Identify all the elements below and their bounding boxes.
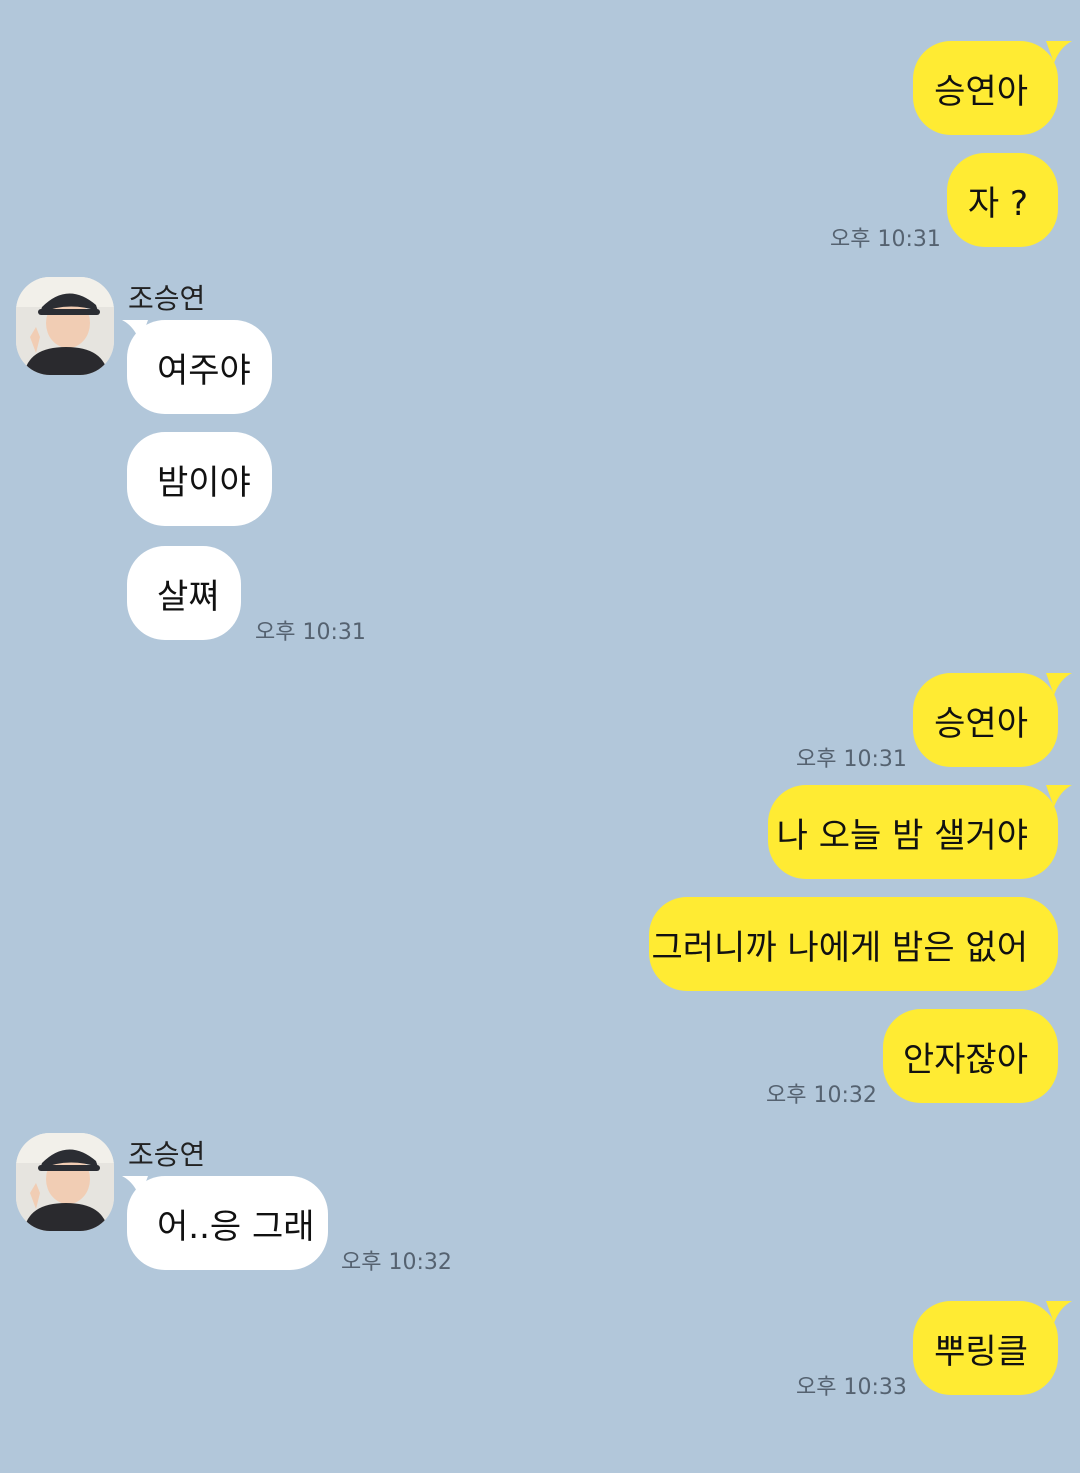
message-text: 나 오늘 밤 샐거야 bbox=[776, 815, 1028, 856]
message-text: 어..응 그래 bbox=[157, 1206, 315, 1247]
my-message-bubble[interactable]: 자 ? bbox=[947, 153, 1058, 247]
sender-avatar[interactable] bbox=[16, 1133, 114, 1231]
bubble-tail-icon bbox=[1046, 673, 1072, 695]
my-message-bubble[interactable]: 안자잖아 bbox=[883, 1009, 1058, 1103]
message-text: 살쪄 bbox=[157, 576, 220, 617]
message-text: 승연아 bbox=[934, 71, 1028, 112]
sender-name: 조승연 bbox=[128, 1138, 206, 1171]
chat-room: 승연아 자 ? 오후 10:31 조승연 여주야 밤이야 살쪄 오후 10:31… bbox=[0, 0, 1080, 1473]
my-message-bubble[interactable]: 승연아 bbox=[913, 41, 1058, 135]
message-text: 여주야 bbox=[157, 350, 251, 391]
my-message-bubble[interactable]: 나 오늘 밤 샐거야 bbox=[768, 785, 1058, 879]
profile-photo-icon bbox=[16, 1133, 114, 1231]
message-text: 자 ? bbox=[967, 183, 1028, 224]
my-message-bubble[interactable]: 뿌링클 bbox=[913, 1301, 1058, 1395]
my-message-bubble[interactable]: 승연아 bbox=[913, 673, 1058, 767]
sender-name: 조승연 bbox=[128, 282, 206, 315]
message-text: 밤이야 bbox=[157, 462, 251, 503]
bubble-tail-icon bbox=[1046, 41, 1072, 63]
bubble-tail-icon bbox=[1046, 785, 1072, 807]
profile-photo-icon bbox=[16, 277, 114, 375]
sender-avatar[interactable] bbox=[16, 277, 114, 375]
message-timestamp: 오후 10:33 bbox=[796, 1375, 907, 1400]
bubble-tail-icon bbox=[1046, 1301, 1072, 1323]
message-timestamp: 오후 10:31 bbox=[255, 620, 366, 645]
received-message-bubble[interactable]: 여주야 bbox=[127, 320, 272, 414]
message-text: 뿌링클 bbox=[934, 1331, 1028, 1372]
message-text: 그러니까 나에게 밤은 없어 bbox=[651, 927, 1028, 968]
message-text: 안자잖아 bbox=[902, 1039, 1028, 1080]
received-message-bubble[interactable]: 어..응 그래 bbox=[127, 1176, 328, 1270]
my-message-bubble[interactable]: 그러니까 나에게 밤은 없어 bbox=[649, 897, 1058, 991]
received-message-bubble[interactable]: 살쪄 bbox=[127, 546, 241, 640]
received-message-bubble[interactable]: 밤이야 bbox=[127, 432, 272, 526]
message-text: 승연아 bbox=[934, 703, 1028, 744]
message-timestamp: 오후 10:32 bbox=[341, 1250, 452, 1275]
message-timestamp: 오후 10:31 bbox=[796, 747, 907, 772]
message-timestamp: 오후 10:31 bbox=[830, 227, 941, 252]
message-timestamp: 오후 10:32 bbox=[766, 1083, 877, 1108]
